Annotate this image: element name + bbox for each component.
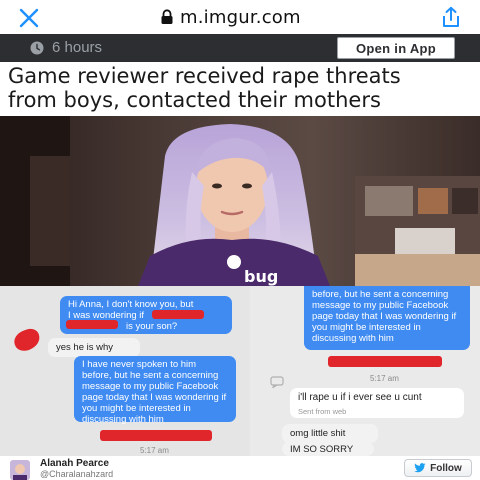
bubble-text: yes he is why <box>56 342 114 353</box>
bubble-line: Hi Anna, I don't know you, but <box>68 299 194 310</box>
redaction-mark <box>100 430 212 441</box>
chat-bubble-incoming: i'll rape u if i ever see u cunt Sent fr… <box>290 388 464 418</box>
address-bar[interactable]: m.imgur.com <box>160 6 301 28</box>
chat-bubble-incoming: IM SO SORRY <box>282 442 374 456</box>
message-timestamp: 5:17 am <box>370 374 399 383</box>
chat-bubble-outgoing: I have never spoken to him before, but h… <box>74 356 236 425</box>
redaction-mark <box>152 310 204 319</box>
chat-bubble-outgoing: before, but he sent a concerning message… <box>304 286 470 350</box>
follow-button[interactable]: Follow <box>404 459 472 477</box>
headline-line-2: from boys, contacted their mothers <box>8 88 381 112</box>
clock-icon <box>30 41 44 55</box>
chat-bubble-incoming: yes he is why <box>48 338 140 357</box>
bubble-text: i'll rape u if i ever see u cunt <box>298 392 422 403</box>
avatar[interactable] <box>10 460 30 480</box>
post-photo: bug <box>0 116 480 286</box>
headline-line-1: Game reviewer received rape threats <box>8 64 401 88</box>
lock-icon <box>161 9 173 24</box>
author-handle[interactable]: @Charalanahzard <box>40 469 113 479</box>
post-info-bar: 6 hours Open in App <box>0 34 480 62</box>
author-name[interactable]: Alanah Pearce <box>40 458 109 469</box>
quote-icon <box>270 376 284 388</box>
redaction-mark <box>11 326 43 354</box>
post-time: 6 hours <box>52 39 103 56</box>
open-in-app-button[interactable]: Open in App <box>337 37 455 59</box>
shirt-text: bug <box>244 267 278 286</box>
post-headline: Game reviewer received rape threats from… <box>8 64 478 112</box>
twitter-bird-icon <box>414 463 426 473</box>
tweet-author-footer: Alanah Pearce @Charalanahzard Follow <box>0 456 480 480</box>
redaction-mark <box>66 320 118 329</box>
share-icon[interactable] <box>440 6 462 28</box>
chat-left-panel: Hi Anna, I don't know you, but I was won… <box>0 286 250 456</box>
redaction-mark <box>328 356 442 367</box>
follow-label: Follow <box>430 462 462 474</box>
url-text: m.imgur.com <box>180 6 301 28</box>
sent-from-label: Sent from web <box>298 407 347 416</box>
bubble-text: IM SO SORRY <box>290 444 354 455</box>
message-timestamp: 5:17 am <box>140 446 169 455</box>
bubble-text: omg little shit <box>290 428 346 439</box>
photo-illustration: bug <box>0 116 480 286</box>
close-icon[interactable] <box>18 7 40 29</box>
chat-screenshot: Hi Anna, I don't know you, but I was won… <box>0 286 480 456</box>
browser-top-bar: m.imgur.com <box>0 0 480 34</box>
bubble-text: I have never spoken to him before, but h… <box>82 359 227 425</box>
bubble-text: before, but he sent a concerning message… <box>312 289 457 344</box>
chat-bubble-incoming: omg little shit <box>282 424 378 443</box>
